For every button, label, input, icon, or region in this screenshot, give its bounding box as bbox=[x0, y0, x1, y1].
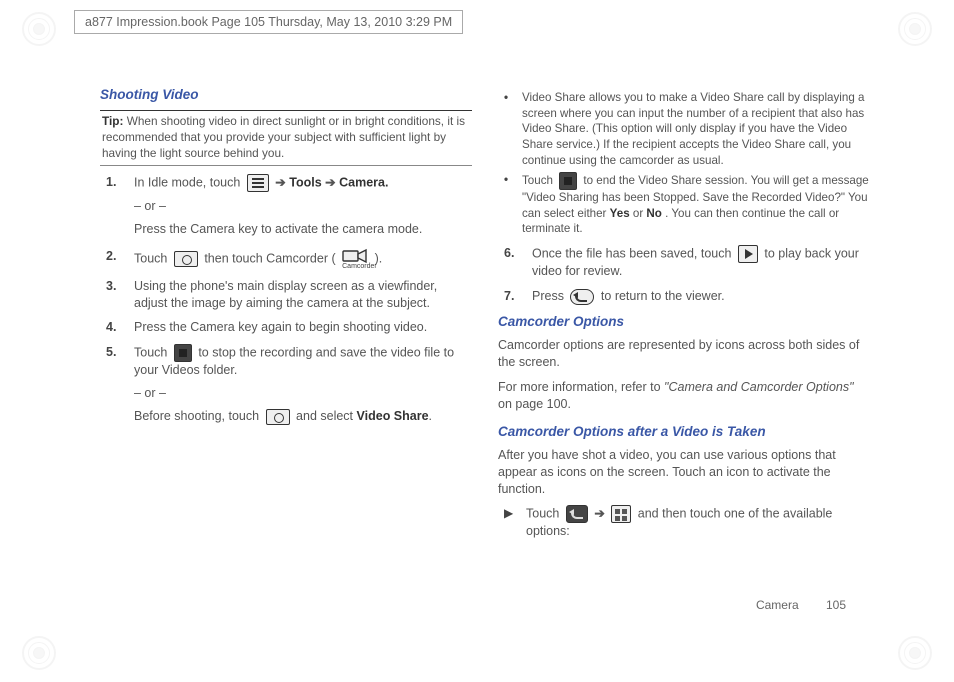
crop-mark-icon bbox=[898, 12, 932, 46]
step-number: 6. bbox=[504, 245, 522, 280]
tip-label: Tip: bbox=[102, 114, 123, 128]
bullet-icon: • bbox=[504, 172, 514, 237]
step-number: 2. bbox=[106, 248, 124, 270]
step-text: Before shooting, touch bbox=[134, 409, 263, 423]
step-text: Press bbox=[532, 289, 567, 303]
step-6: 6. Once the file has been saved, touch t… bbox=[504, 245, 870, 280]
step-text: Touch bbox=[134, 346, 171, 360]
section-title-shooting-video: Shooting Video bbox=[100, 86, 472, 104]
arrow-icon: ➔ bbox=[325, 175, 335, 189]
step-2: 2. Touch then touch Camcorder ( Camcorde… bbox=[106, 248, 472, 270]
step-number: 7. bbox=[504, 288, 522, 305]
step-3: 3. Using the phone's main display screen… bbox=[106, 278, 472, 312]
camcorder-icon: Camcorder bbox=[342, 248, 368, 270]
crop-header: a877 Impression.book Page 105 Thursday, … bbox=[74, 10, 463, 34]
play-icon bbox=[738, 245, 758, 263]
step-or: – or – bbox=[134, 385, 472, 402]
camcorder-icon-label: Camcorder bbox=[342, 262, 368, 271]
step-1: 1. In Idle mode, touch ➔ Tools ➔ Camera.… bbox=[106, 174, 472, 240]
back-icon bbox=[566, 505, 588, 523]
step-5: 5. Touch to stop the recording and save … bbox=[106, 344, 472, 427]
step-text-bold: Camera. bbox=[339, 175, 388, 189]
section-title-camcorder-options-after: Camcorder Options after a Video is Taken bbox=[498, 423, 870, 441]
step-text-bold: Video Share bbox=[357, 409, 429, 423]
section-title-camcorder-options: Camcorder Options bbox=[498, 313, 870, 331]
stop-icon bbox=[559, 172, 577, 190]
page-footer: Camera 105 bbox=[756, 598, 846, 612]
step-text-bold: Tools bbox=[289, 175, 325, 189]
footer-section: Camera bbox=[756, 598, 799, 612]
step-text: Once the file has been saved, touch bbox=[532, 246, 735, 260]
bullet-icon: • bbox=[504, 90, 514, 168]
cross-ref: "Camera and Camcorder Options" bbox=[664, 380, 854, 394]
step-number: 4. bbox=[106, 319, 124, 336]
triangle-bullet-icon: ▶ bbox=[504, 505, 518, 540]
bullet-text-bold: No bbox=[646, 207, 661, 220]
arrow-icon: ➔ bbox=[275, 175, 285, 189]
bullet-text: Video Share allows you to make a Video S… bbox=[522, 90, 870, 168]
step-text: Press the Camera key again to begin shoo… bbox=[134, 319, 472, 336]
step-7: 7. Press to return to the viewer. bbox=[504, 288, 870, 305]
crop-mark-icon bbox=[22, 12, 56, 46]
para: After you have shot a video, you can use… bbox=[498, 447, 870, 498]
step-number: 1. bbox=[106, 174, 124, 240]
rule bbox=[100, 110, 472, 111]
footer-page-number: 105 bbox=[818, 598, 846, 612]
crop-mark-icon bbox=[22, 636, 56, 670]
bullet-item: • Touch to end the Video Share session. … bbox=[504, 172, 870, 237]
stop-icon bbox=[174, 344, 192, 362]
bullet-item: • Video Share allows you to make a Video… bbox=[504, 90, 870, 168]
camera-icon bbox=[266, 409, 290, 425]
para: For more information, refer to "Camera a… bbox=[498, 379, 870, 413]
bullet-text: or bbox=[633, 207, 647, 220]
crop-mark-icon bbox=[898, 636, 932, 670]
step-text: and select bbox=[296, 409, 356, 423]
steps-list: 1. In Idle mode, touch ➔ Tools ➔ Camera.… bbox=[100, 174, 472, 427]
bullet-text: Touch bbox=[522, 174, 556, 187]
step-text: In Idle mode, touch bbox=[134, 175, 244, 189]
step-text: Press the Camera key to activate the cam… bbox=[134, 221, 472, 238]
action-text: Touch bbox=[526, 507, 563, 521]
page-body: Shooting Video Tip: When shooting video … bbox=[100, 86, 870, 542]
return-icon bbox=[570, 289, 594, 305]
rule bbox=[100, 165, 472, 166]
step-text: Using the phone's main display screen as… bbox=[134, 278, 472, 312]
right-column: • Video Share allows you to make a Video… bbox=[498, 86, 870, 542]
para-text: For more information, refer to bbox=[498, 380, 664, 394]
step-text: Touch bbox=[134, 251, 171, 265]
tip-text: When shooting video in direct sunlight o… bbox=[102, 114, 465, 160]
step-text: . bbox=[429, 409, 432, 423]
camera-icon bbox=[174, 251, 198, 267]
para: Camcorder options are represented by ico… bbox=[498, 337, 870, 371]
steps-list-cont: 6. Once the file has been saved, touch t… bbox=[498, 245, 870, 305]
bullet-text-bold: Yes bbox=[610, 207, 630, 220]
menu-icon bbox=[247, 174, 269, 192]
sub-bullets: • Video Share allows you to make a Video… bbox=[504, 90, 870, 237]
step-text: to return to the viewer. bbox=[601, 289, 725, 303]
action-item: ▶ Touch ➔ and then touch one of the avai… bbox=[504, 505, 870, 540]
options-grid-icon bbox=[611, 505, 631, 523]
arrow-icon: ➔ bbox=[594, 507, 604, 521]
step-4: 4. Press the Camera key again to begin s… bbox=[106, 319, 472, 336]
step-number: 3. bbox=[106, 278, 124, 312]
para-text: on page 100. bbox=[498, 397, 571, 411]
tip-box: Tip: When shooting video in direct sunli… bbox=[100, 114, 472, 162]
left-column: Shooting Video Tip: When shooting video … bbox=[100, 86, 472, 542]
step-or: – or – bbox=[134, 198, 472, 215]
step-text: then touch Camcorder ( bbox=[204, 251, 339, 265]
step-number: 5. bbox=[106, 344, 124, 427]
